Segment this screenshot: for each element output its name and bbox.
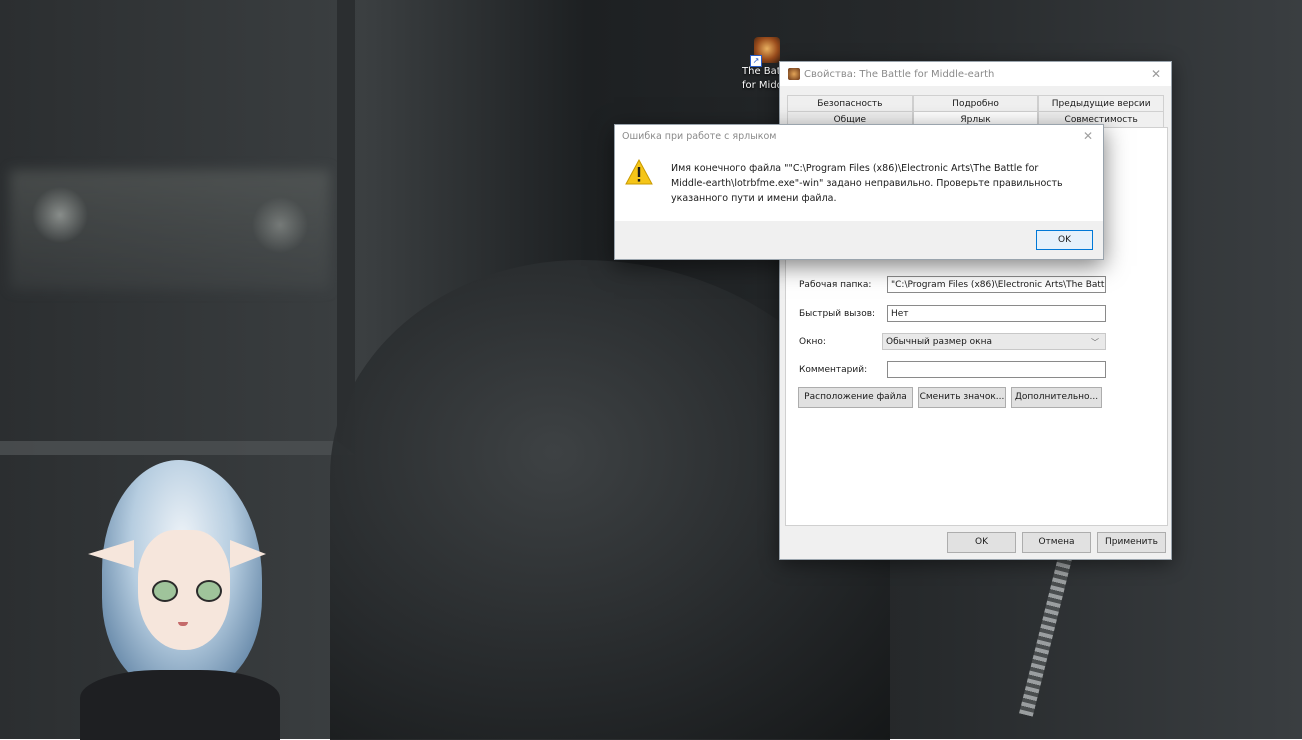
warning-icon — [625, 159, 653, 185]
properties-title: Свойства: The Battle for Middle-earth — [804, 68, 995, 80]
window-size-value: Обычный размер окна — [886, 337, 993, 347]
error-titlebar[interactable]: Ошибка при работе с ярлыком ✕ — [615, 125, 1103, 147]
tab-details[interactable]: Подробно — [912, 95, 1039, 111]
cancel-button[interactable]: Отмена — [1022, 532, 1091, 553]
wallpaper-window-frame — [0, 0, 355, 455]
close-icon[interactable]: ✕ — [1073, 129, 1103, 143]
error-body: Имя конечного файла ""C:\Program Files (… — [615, 147, 1103, 206]
advanced-button[interactable]: Дополнительно... — [1011, 387, 1102, 408]
comment-field[interactable] — [887, 361, 1106, 378]
shortcut-error-dialog: Ошибка при работе с ярлыком ✕ Имя конечн… — [614, 124, 1104, 260]
avatar-ear-left — [88, 540, 134, 568]
workdir-row: Рабочая папка: "C:\Program Files (x86)\E… — [799, 276, 1106, 293]
tabs-row-1: Безопасность Подробно Предыдущие версии — [787, 95, 1165, 111]
error-message-line2: Middle-earth\lotrbfme.exe"-win" задано н… — [671, 178, 1063, 189]
avatar-eye-right — [196, 580, 222, 602]
hotkey-field[interactable]: Нет — [887, 305, 1106, 322]
error-title: Ошибка при работе с ярлыком — [622, 130, 777, 142]
window-size-select[interactable]: Обычный размер окна ﹀ — [882, 333, 1106, 350]
shortcut-actions: Расположение файла Сменить значок... Доп… — [798, 387, 1102, 408]
properties-footer: OK Отмена Применить — [947, 532, 1166, 553]
game-shortcut-icon: ↗ — [750, 37, 780, 67]
error-message-line1: Имя конечного файла ""C:\Program Files (… — [671, 163, 1039, 174]
hotkey-label: Быстрый вызов: — [799, 308, 876, 319]
workdir-field[interactable]: "C:\Program Files (x86)\Electronic Arts\… — [887, 276, 1106, 293]
properties-titlebar[interactable]: Свойства: The Battle for Middle-earth ✕ — [780, 62, 1171, 86]
avatar-eye-left — [152, 580, 178, 602]
avatar-mouth — [178, 622, 188, 626]
error-footer: OK — [615, 221, 1103, 259]
hotkey-row: Быстрый вызов: Нет — [799, 305, 1106, 322]
window-label: Окно: — [799, 336, 826, 347]
error-ok-button[interactable]: OK — [1036, 230, 1093, 250]
avatar-face — [138, 530, 230, 650]
shortcut-label-line1: The Bat — [742, 66, 780, 77]
error-message-line3: указанного пути и имени файла. — [671, 193, 837, 204]
game-app-icon — [788, 68, 800, 80]
comment-row: Комментарий: — [799, 361, 1106, 378]
chevron-down-icon: ﹀ — [1091, 338, 1099, 347]
tab-previous-versions[interactable]: Предыдущие версии — [1038, 95, 1165, 111]
avatar-hoodie — [80, 670, 280, 740]
error-message: Имя конечного файла ""C:\Program Files (… — [671, 161, 1066, 206]
ok-button[interactable]: OK — [947, 532, 1016, 553]
open-file-location-button[interactable]: Расположение файла — [798, 387, 913, 408]
shortcut-arrow-icon: ↗ — [750, 55, 762, 67]
vtuber-avatar — [80, 460, 280, 740]
shortcut-label-line2: for Midd — [742, 80, 780, 91]
workdir-label: Рабочая папка: — [799, 279, 872, 290]
apply-button[interactable]: Применить — [1097, 532, 1166, 553]
tab-security[interactable]: Безопасность — [787, 95, 913, 111]
properties-tabs: Безопасность Подробно Предыдущие версии … — [787, 95, 1165, 127]
comment-label: Комментарий: — [799, 364, 868, 375]
change-icon-button[interactable]: Сменить значок... — [918, 387, 1006, 408]
avatar-ear-right — [230, 540, 266, 568]
window-row: Окно: Обычный размер окна ﹀ — [799, 333, 1106, 350]
close-icon[interactable]: ✕ — [1141, 67, 1171, 81]
